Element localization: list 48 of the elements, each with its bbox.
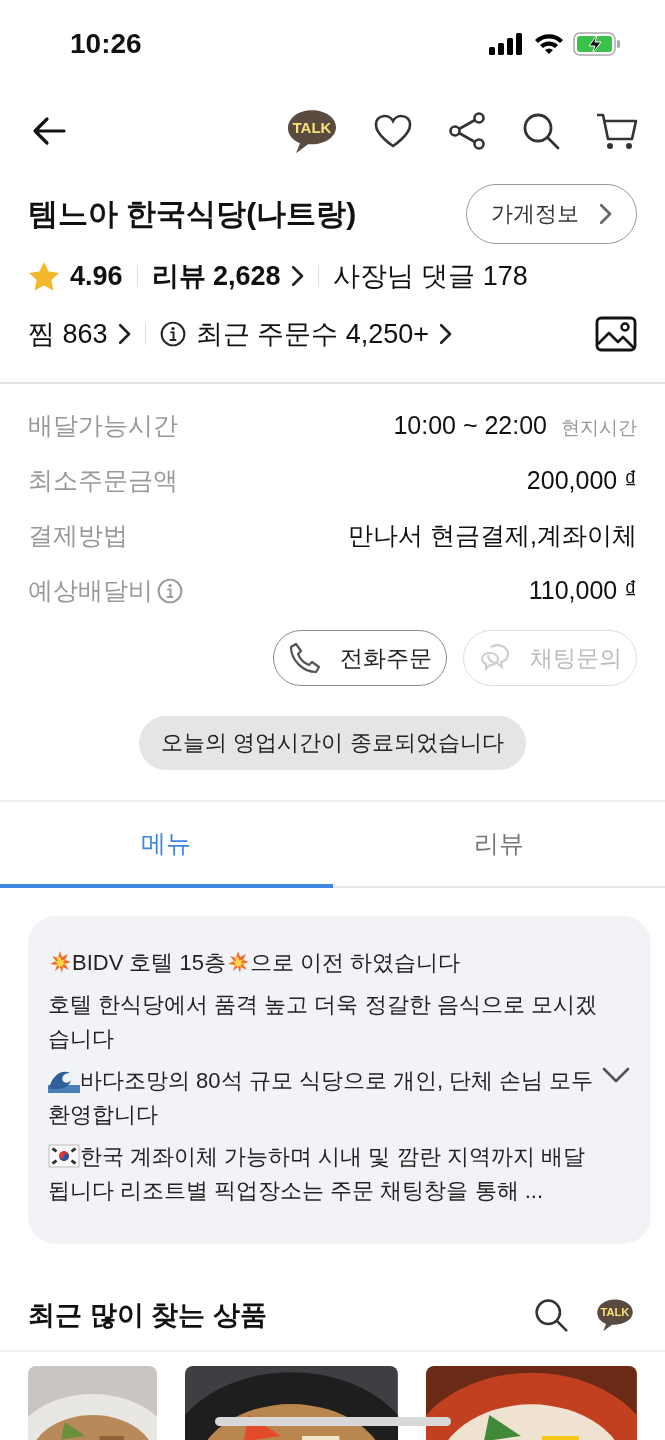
info-value: 만나서 현금결제,계좌이체 — [348, 520, 637, 551]
store-info-button[interactable]: 가게정보 — [465, 184, 637, 244]
phone-icon — [288, 641, 322, 675]
section-title: 최근 많이 찾는 상품 — [28, 1299, 268, 1332]
explosion-icon — [48, 950, 72, 974]
notice-text: 바다조망의 80석 규모 식당으로 개인, 단체 손님 모두 환영합니다 — [48, 1066, 595, 1129]
clock: 10:26 — [70, 28, 142, 60]
explosion-icon — [226, 950, 251, 974]
chevron-icon — [598, 203, 612, 225]
info-value: 200,000 ₫ — [526, 466, 637, 495]
info-note: 현지시간 — [561, 415, 637, 440]
search-icon[interactable] — [521, 111, 561, 151]
chevron-icon — [290, 265, 304, 287]
owner-reply-count: 사장님 댓글 178 — [332, 260, 528, 293]
phone-order-button[interactable]: 전화주문 — [273, 630, 447, 686]
info-icon[interactable] — [159, 321, 186, 347]
cart-icon[interactable] — [595, 111, 639, 151]
talk-icon[interactable]: TALK — [595, 1297, 635, 1333]
info-label: 예상배달비 — [28, 575, 153, 606]
flag-icon — [48, 1144, 80, 1168]
info-value: 10:00 ~ 22:00 — [393, 410, 547, 440]
image-icon[interactable] — [595, 316, 637, 352]
search-icon[interactable] — [533, 1297, 569, 1333]
chevron-icon — [117, 323, 131, 345]
info-label: 최소주문금액 — [28, 465, 178, 496]
store-name: 템느아 한국식당(나트랑) — [28, 195, 357, 232]
review-count-link[interactable]: 리뷰 2,628 — [151, 258, 281, 294]
tab[interactable]: 메뉴 — [0, 802, 333, 888]
signal-icon — [489, 33, 525, 55]
battery-charging-icon — [573, 32, 621, 56]
chevron-icon — [439, 323, 453, 345]
tab[interactable]: 리뷰 — [332, 802, 665, 888]
share-icon[interactable] — [447, 111, 487, 151]
info-label: 배달가능시간 — [28, 410, 178, 441]
heart-icon[interactable] — [373, 113, 413, 149]
back-icon[interactable] — [32, 116, 66, 146]
chevron-down-icon[interactable] — [601, 1066, 631, 1084]
wifi-icon — [533, 32, 565, 56]
notice-text: BIDV 호텔 15층 으로 이전 하였습니다 — [48, 946, 601, 980]
recent-orders-link[interactable]: 최근 주문수 4,250+ — [195, 316, 430, 352]
info-label: 결제방법 — [28, 520, 128, 551]
notice-text: 한국 계좌이체 가능하며 시내 및 깜란 지역까지 배달됩니다 리조트별 픽업장소는 주문 채팅창을 통해 ... — [48, 1143, 586, 1205]
closed-notice: 오늘의 영업시간이 종료되었습니다 — [139, 716, 526, 770]
notice-text: 호텔 한식당에서 품격 높고 더욱 정갈한 음식으로 모시겠습니다 — [48, 991, 598, 1053]
rating: 4.96 — [70, 260, 123, 292]
likes-count-link[interactable]: 찜 863 — [28, 316, 108, 352]
info-value: 110,000 ₫ — [528, 576, 637, 605]
star-icon — [28, 261, 60, 291]
